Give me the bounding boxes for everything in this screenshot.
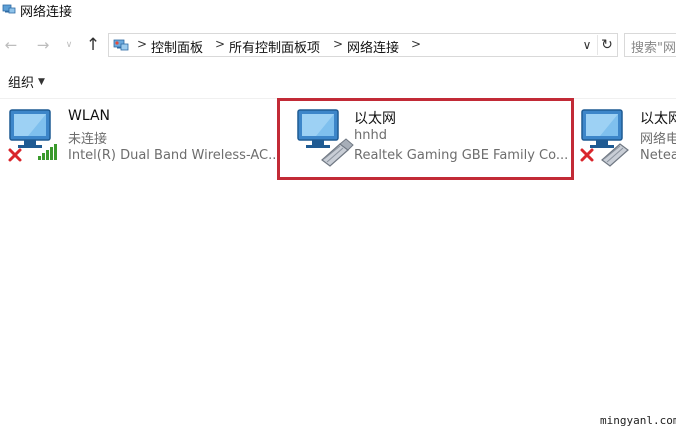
organize-caret-icon: ▼ xyxy=(38,76,45,87)
wireless-adapter-icon xyxy=(8,109,57,162)
connection-name: 以太网 xyxy=(640,111,676,127)
connection-status: 未连接 xyxy=(68,132,108,147)
connection-status: 网络电 xyxy=(640,132,676,147)
command-bar: 组织 ▼ xyxy=(0,64,676,99)
connection-device: Netea xyxy=(640,148,676,163)
breadcrumb-network-connections[interactable]: 网络连接 xyxy=(347,37,399,56)
back-arrow-icon[interactable]: ← xyxy=(2,36,20,54)
disconnected-x-icon xyxy=(8,148,22,162)
breadcrumb-control-panel[interactable]: 控制面板 xyxy=(151,37,203,56)
ethernet-adapter-icon xyxy=(580,109,629,167)
breadcrumb-separator[interactable]: > xyxy=(333,37,343,51)
connection-device: Intel(R) Dual Band Wireless-AC... xyxy=(68,148,281,163)
connection-item-ethernet-2[interactable]: 以太网 网络电 Netea xyxy=(578,104,676,174)
network-connections-icon xyxy=(2,4,16,14)
connection-name: WLAN xyxy=(68,108,111,124)
connection-item-wlan[interactable]: WLAN 未连接 Intel(R) Dual Band Wireless-AC.… xyxy=(6,104,281,174)
navigation-bar: ← → ∨ ↑ > 控制面板 > 所有控制面板项 > 网络连接 > ∨ ↻ 搜索… xyxy=(0,30,676,60)
search-input[interactable]: 搜索"网 xyxy=(624,33,676,57)
address-bar[interactable]: > 控制面板 > 所有控制面板项 > 网络连接 > ∨ ↻ xyxy=(108,33,618,57)
organize-button[interactable]: 组织 ▼ xyxy=(8,72,45,91)
recent-locations-chevron-icon[interactable]: ∨ xyxy=(60,36,78,54)
up-arrow-icon[interactable]: ↑ xyxy=(84,35,102,55)
refresh-icon[interactable]: ↻ xyxy=(597,35,616,55)
breadcrumb-separator[interactable]: > xyxy=(215,37,225,51)
breadcrumb-separator[interactable]: > xyxy=(137,37,147,51)
address-dropdown-icon[interactable]: ∨ xyxy=(579,36,595,54)
highlight-box xyxy=(277,98,574,180)
title-bar: 网络连接 xyxy=(0,0,676,26)
disconnected-x-icon xyxy=(580,148,594,162)
breadcrumb-all-control-panel-items[interactable]: 所有控制面板项 xyxy=(229,37,320,56)
breadcrumb-separator[interactable]: > xyxy=(411,37,421,51)
search-placeholder: 搜索"网 xyxy=(631,41,676,56)
watermark: mingyanl.com xyxy=(600,414,676,427)
control-panel-icon xyxy=(113,39,129,51)
window-title: 网络连接 xyxy=(20,5,73,20)
organize-label: 组织 xyxy=(8,76,35,91)
forward-arrow-icon[interactable]: → xyxy=(34,36,52,54)
